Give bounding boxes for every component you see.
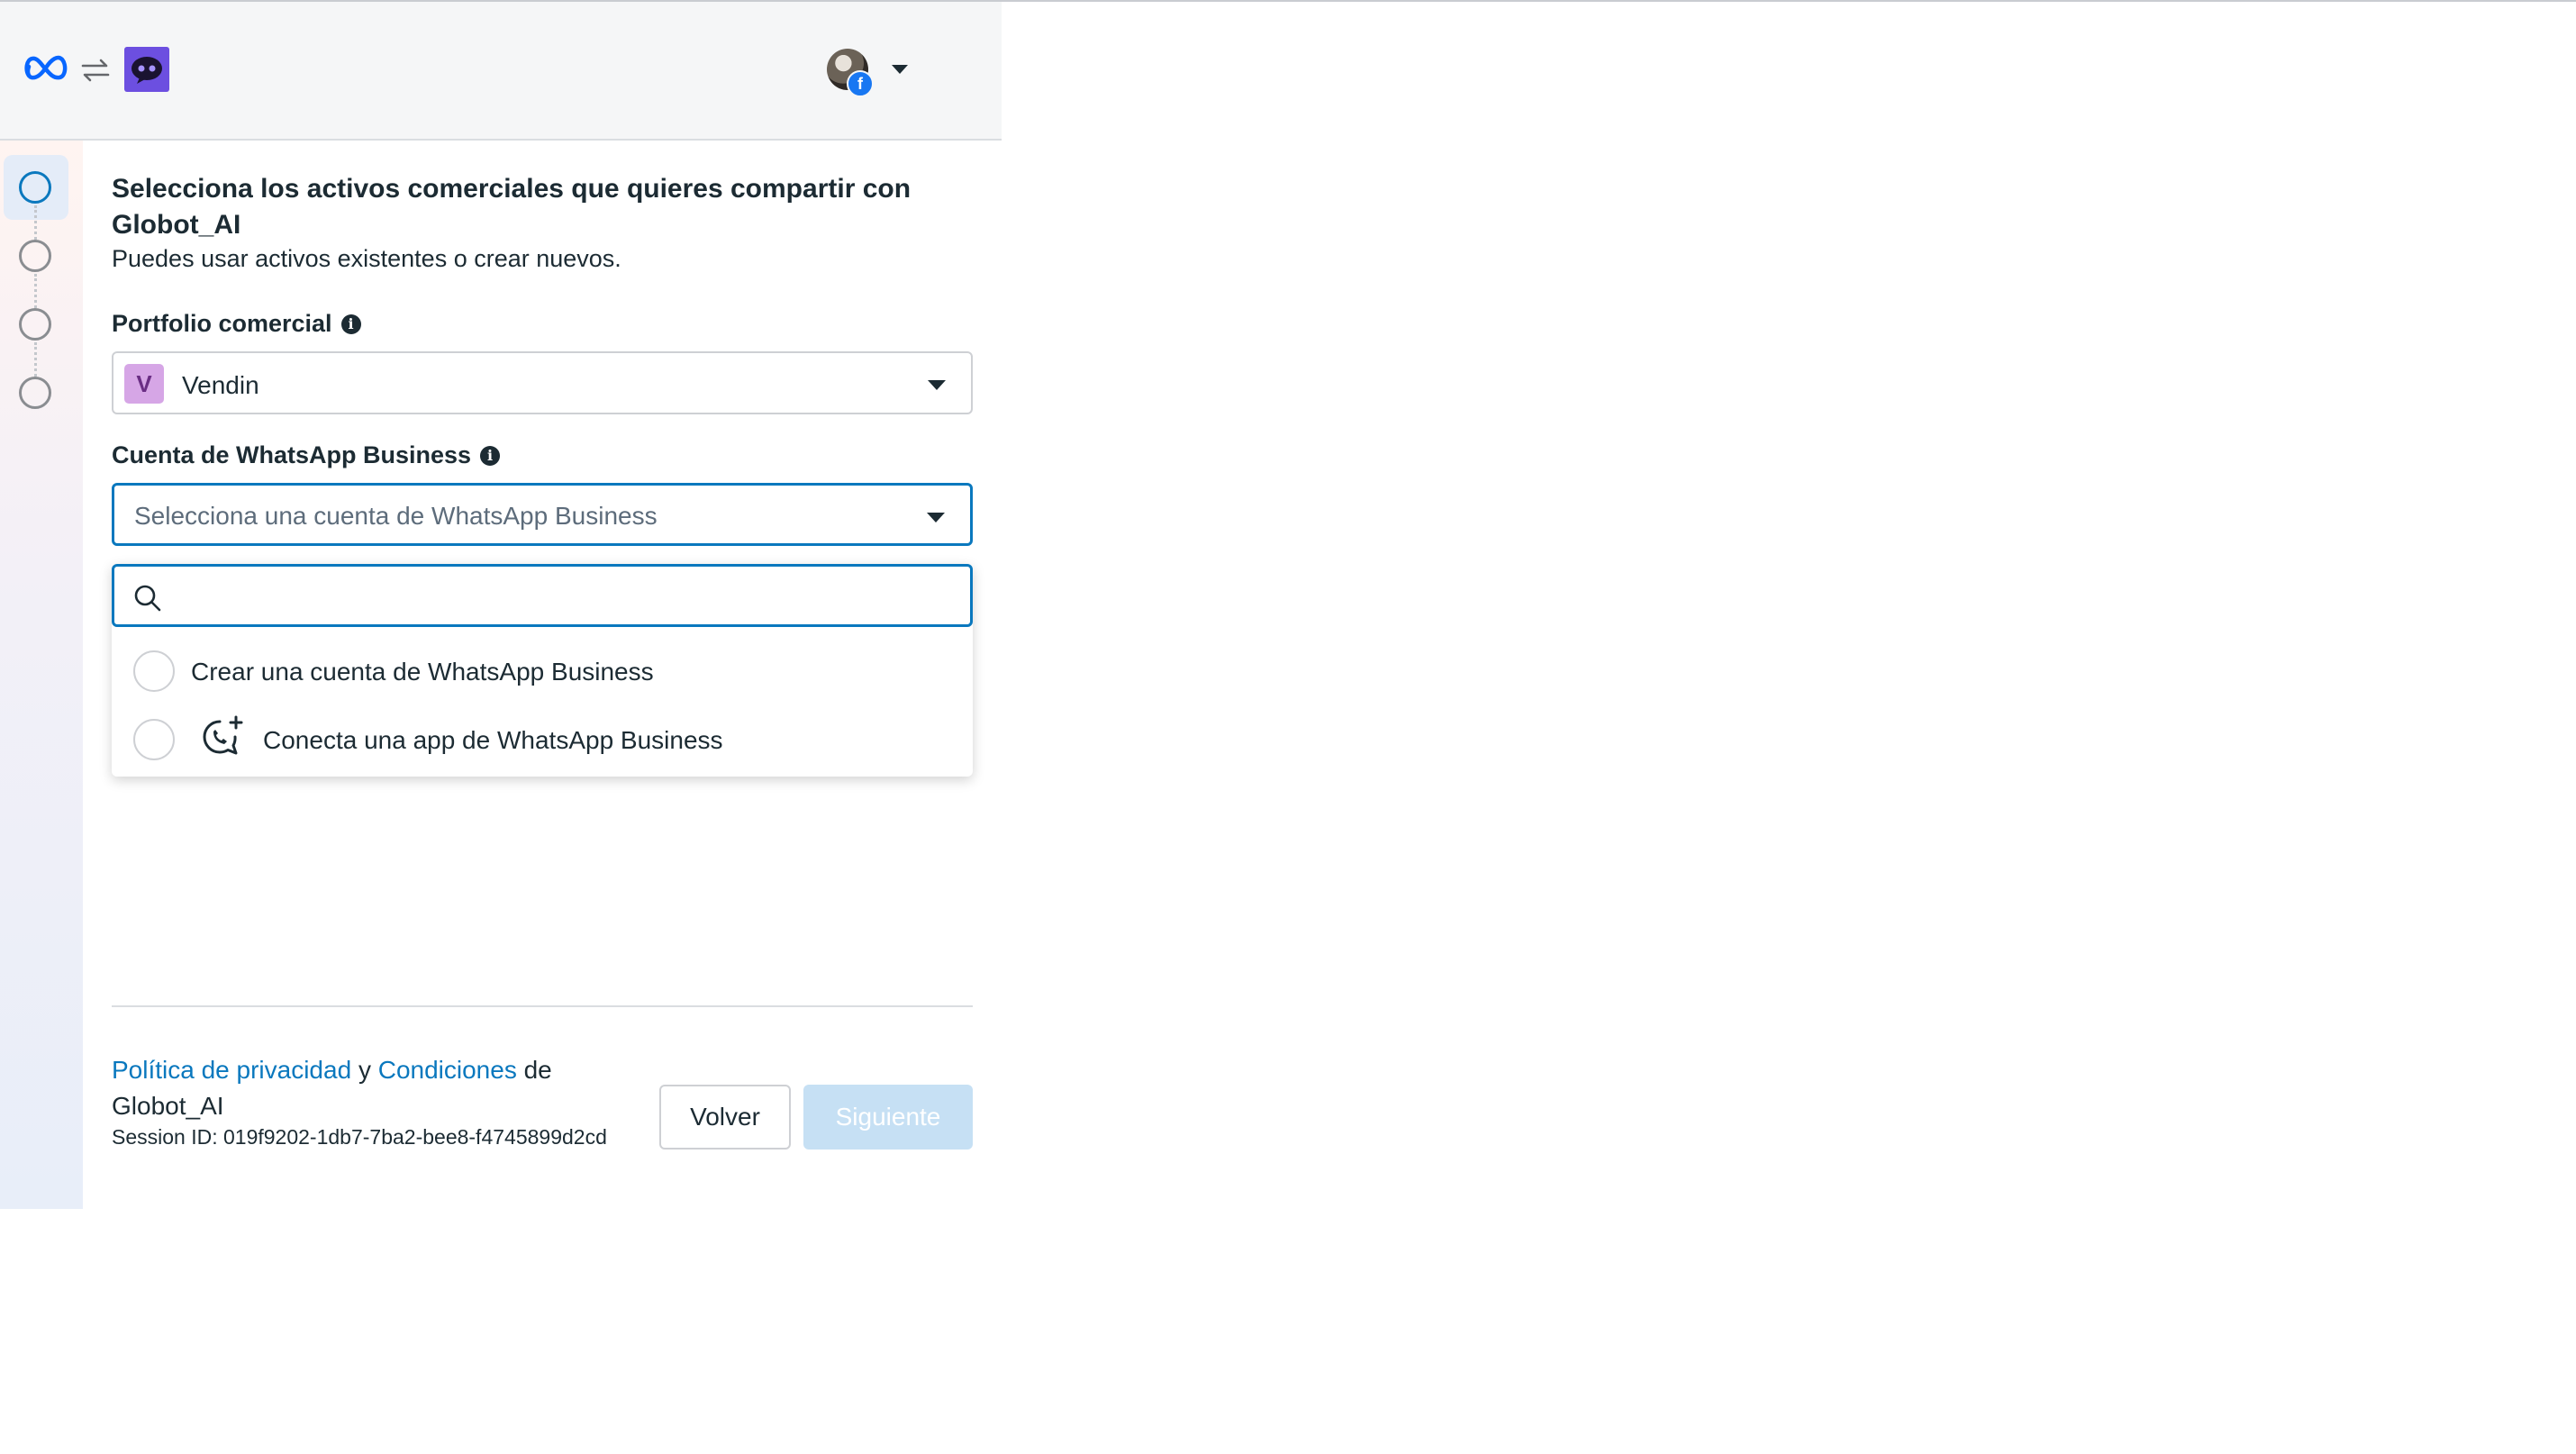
option-radio[interactable] — [133, 650, 175, 692]
legal-conjunction: y — [358, 1056, 371, 1084]
option-label: Conecta una app de WhatsApp Business — [263, 726, 723, 754]
meta-logo-icon — [24, 55, 68, 80]
step-3-indicator — [19, 308, 51, 341]
option-connect-whatsapp-app[interactable]: Conecta una app de WhatsApp Business — [112, 704, 973, 773]
step-1-indicator — [19, 171, 51, 204]
option-label: Crear una cuenta de WhatsApp Business — [191, 658, 654, 686]
whatsapp-add-icon — [203, 715, 243, 755]
dropdown-search-box[interactable] — [112, 564, 973, 627]
steps-sidebar — [0, 141, 83, 1209]
whatsapp-account-label-text: Cuenta de WhatsApp Business — [112, 441, 472, 468]
option-radio[interactable] — [133, 719, 175, 760]
step-connector — [34, 274, 41, 308]
legal-links: Política de privacidad y Condiciones de … — [112, 1052, 616, 1124]
next-button[interactable]: Siguiente — [803, 1085, 973, 1150]
whatsapp-account-placeholder: Selecciona una cuenta de WhatsApp Busine… — [134, 502, 658, 530]
portfolio-select-value: Vendin — [182, 371, 259, 399]
facebook-badge-icon: f — [847, 70, 874, 97]
step-connector — [34, 205, 41, 240]
chevron-down-icon — [928, 380, 946, 390]
dropdown-search-input[interactable] — [177, 576, 956, 617]
whatsapp-account-label: Cuenta de WhatsApp Business i — [112, 441, 501, 469]
page-title: Selecciona los activos comerciales que q… — [112, 174, 912, 240]
globot-app-icon — [124, 47, 169, 92]
footer-divider — [112, 1005, 973, 1007]
page-subtitle: Puedes usar activos existentes o crear n… — [112, 245, 621, 272]
option-create-whatsapp-account[interactable]: Crear una cuenta de WhatsApp Business — [112, 636, 973, 704]
step-2-indicator — [19, 240, 51, 272]
whatsapp-account-dropdown: Crear una cuenta de WhatsApp Business Co… — [112, 564, 973, 777]
dialog-header: f — [0, 2, 1002, 141]
portfolio-select[interactable]: V Vendin — [112, 351, 973, 414]
portfolio-label: Portfolio comercial i — [112, 310, 361, 338]
whatsapp-account-select[interactable]: Selecciona una cuenta de WhatsApp Busine… — [112, 483, 973, 546]
portfolio-avatar: V — [124, 364, 164, 404]
step-4-indicator — [19, 377, 51, 409]
step-connector — [34, 342, 41, 377]
search-icon — [134, 585, 161, 612]
info-icon[interactable]: i — [340, 314, 361, 334]
privacy-policy-link[interactable]: Política de privacidad — [112, 1056, 351, 1084]
swap-arrows-icon — [81, 59, 110, 82]
info-icon[interactable]: i — [480, 445, 501, 466]
session-id: Session ID: 019f9202-1db7-7ba2-bee8-f474… — [112, 1125, 607, 1149]
back-button[interactable]: Volver — [659, 1085, 791, 1150]
business-assets-dialog: f Selecciona los activos comerciales que… — [0, 2, 1002, 1209]
terms-link[interactable]: Condiciones — [378, 1056, 517, 1084]
chevron-down-icon — [927, 513, 945, 523]
account-menu-caret-icon[interactable] — [892, 65, 908, 74]
portfolio-label-text: Portfolio comercial — [112, 310, 332, 337]
